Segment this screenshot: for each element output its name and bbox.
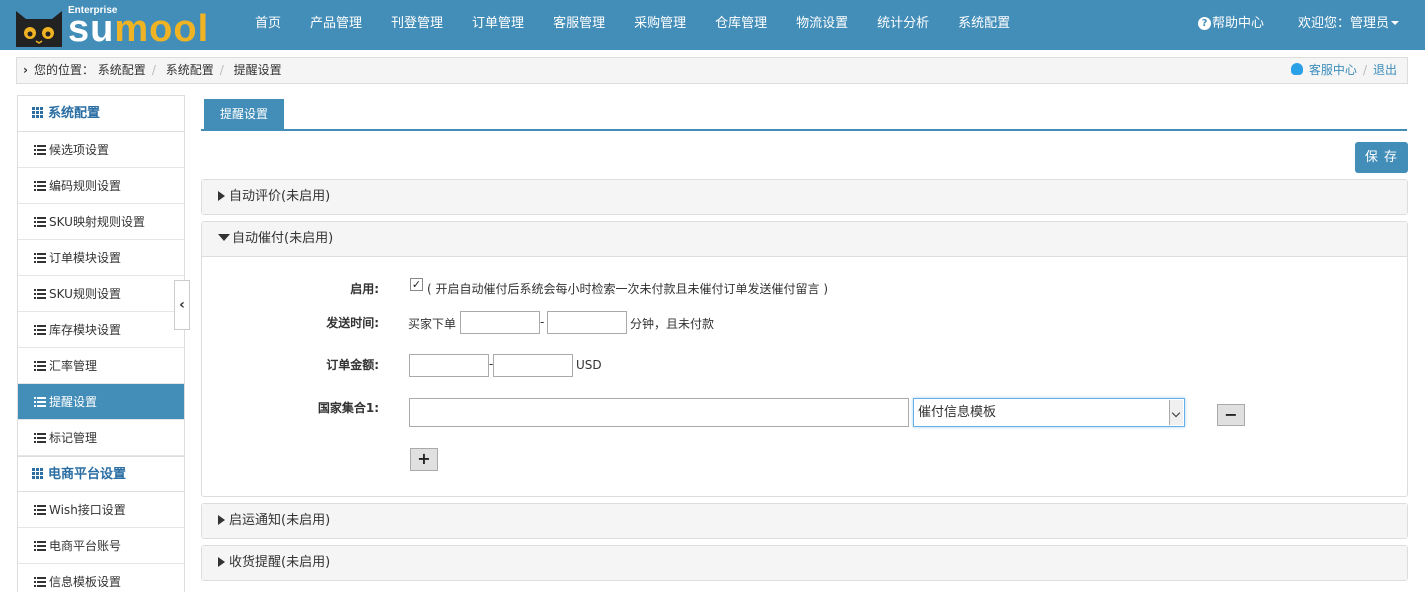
send-time-from-input[interactable] bbox=[460, 311, 540, 334]
list-icon bbox=[34, 181, 46, 191]
breadcrumb: › 您的位置： 系统配置 / 系统配置 / 提醒设置 bbox=[23, 63, 282, 77]
list-icon bbox=[34, 577, 46, 587]
sidebar-item-tag-management[interactable]: 标记管理 bbox=[18, 420, 184, 456]
welcome-label: 欢迎您：管理员 bbox=[1298, 16, 1390, 31]
sidebar-item-order-module[interactable]: 订单模块设置 bbox=[18, 240, 184, 276]
breadcrumb-links: 客服中心 / 退出 bbox=[1290, 58, 1397, 83]
breadcrumb-prefix: 您的位置： bbox=[33, 63, 94, 77]
sidebar-item-reminder-settings[interactable]: 提醒设置 bbox=[18, 384, 184, 420]
top-navbar: Enterprise sumool 首页 产品管理 刊登管理 订单管理 客服管理… bbox=[0, 0, 1425, 50]
sidebar-collapse-button[interactable]: ‹ bbox=[174, 280, 190, 330]
add-country-set-button[interactable]: + bbox=[410, 448, 438, 471]
enable-note: ( 开启自动催付后系统会每小时检索一次未付款且未催付订单发送催付留言 ) bbox=[427, 282, 828, 296]
send-time-dash: - bbox=[540, 315, 545, 329]
nav-listing[interactable]: 刊登管理 bbox=[379, 0, 455, 50]
list-icon bbox=[34, 433, 46, 443]
tab-reminder-settings[interactable]: 提醒设置 bbox=[204, 99, 284, 129]
help-circle-icon: ? bbox=[1198, 17, 1211, 30]
nav-system-config[interactable]: 系统配置 bbox=[946, 0, 1022, 50]
breadcrumb-item[interactable]: 系统配置 bbox=[98, 63, 146, 77]
cat-logo-icon bbox=[16, 11, 62, 47]
list-icon bbox=[34, 289, 46, 299]
sidebar-item-exchange-rate[interactable]: 汇率管理 bbox=[18, 348, 184, 384]
amount-from-input[interactable] bbox=[409, 354, 489, 377]
send-time-suffix: 分钟，且未付款 bbox=[630, 317, 715, 331]
help-center-label: 帮助中心 bbox=[1212, 16, 1265, 31]
amount-to-input[interactable] bbox=[493, 354, 573, 377]
caret-right-icon bbox=[218, 191, 225, 201]
auto-payment-form: 启用: ✓ ( 开启自动催付后系统会每小时检索一次未付款且未催付订单发送催付留言… bbox=[202, 256, 1407, 496]
enable-checkbox[interactable]: ✓ bbox=[410, 278, 423, 291]
country-set-input[interactable] bbox=[409, 398, 909, 427]
sidebar-item-platform-accounts[interactable]: 电商平台账号 bbox=[18, 528, 184, 564]
order-amount-label: 订单金额: bbox=[326, 358, 379, 372]
user-menu[interactable]: 欢迎您：管理员 bbox=[1298, 0, 1400, 50]
nav-products[interactable]: 产品管理 bbox=[298, 0, 374, 50]
breadcrumb-item-current: 提醒设置 bbox=[233, 63, 282, 77]
list-icon bbox=[34, 253, 46, 263]
enable-label: 启用: bbox=[350, 282, 379, 296]
list-icon bbox=[34, 145, 46, 155]
save-button[interactable]: 保 存 bbox=[1355, 142, 1408, 173]
main-nav: 首页 产品管理 刊登管理 订单管理 客服管理 采购管理 仓库管理 物流设置 统计… bbox=[243, 0, 1027, 50]
sidebar-item-message-templates[interactable]: 信息模板设置 bbox=[18, 564, 184, 592]
nav-purchasing[interactable]: 采购管理 bbox=[622, 0, 698, 50]
panel-receipt-reminder: 收货提醒(未启用) bbox=[201, 545, 1408, 581]
caret-right-icon bbox=[218, 515, 225, 525]
country-set-label: 国家集合1: bbox=[317, 401, 379, 415]
panel-shipping-notice: 启运通知(未启用) bbox=[201, 503, 1408, 539]
panel-header-shipping-notice[interactable]: 启运通知(未启用) bbox=[202, 504, 1407, 538]
sidebar-item-wish-api[interactable]: Wish接口设置 bbox=[18, 492, 184, 528]
grid-icon bbox=[32, 468, 43, 479]
logout-link[interactable]: 退出 bbox=[1373, 63, 1397, 77]
list-icon bbox=[34, 325, 46, 335]
panel-header-receipt-reminder[interactable]: 收货提醒(未启用) bbox=[202, 546, 1407, 580]
customer-service-link[interactable]: 客服中心 bbox=[1309, 63, 1357, 77]
list-icon bbox=[34, 361, 46, 371]
breadcrumb-item[interactable]: 系统配置 bbox=[166, 63, 214, 77]
nav-home[interactable]: 首页 bbox=[243, 0, 293, 50]
sidebar: 系统配置 候选项设置 编码规则设置 SKU映射规则设置 订单模块设置 SKU规则… bbox=[17, 95, 185, 592]
message-template-selected: 催付信息模板 bbox=[918, 405, 997, 420]
breadcrumb-bar: › 您的位置： 系统配置 / 系统配置 / 提醒设置 客服中心 / 退出 bbox=[16, 57, 1408, 84]
nav-logistics[interactable]: 物流设置 bbox=[784, 0, 860, 50]
grid-icon bbox=[32, 107, 43, 118]
sumool-logo[interactable]: Enterprise sumool bbox=[12, 3, 228, 50]
chevron-left-icon: ‹ bbox=[179, 297, 185, 313]
sidebar-group-ecommerce[interactable]: 电商平台设置 bbox=[18, 456, 184, 492]
amount-unit: USD bbox=[576, 358, 602, 372]
sidebar-item-inventory-module[interactable]: 库存模块设置 bbox=[18, 312, 184, 348]
sidebar-group-system-config[interactable]: 系统配置 bbox=[18, 96, 184, 132]
remove-country-set-button[interactable]: − bbox=[1217, 404, 1245, 426]
list-icon bbox=[34, 217, 46, 227]
send-time-to-input[interactable] bbox=[547, 311, 627, 334]
panel-header-auto-payment[interactable]: 自动催付(未启用) bbox=[202, 222, 1407, 256]
list-icon bbox=[34, 397, 46, 407]
sidebar-item-sku-mapping[interactable]: SKU映射规则设置 bbox=[18, 204, 184, 240]
list-icon bbox=[34, 505, 46, 515]
help-center-link[interactable]: ? 帮助中心 bbox=[1198, 0, 1264, 50]
send-time-label: 发送时间: bbox=[326, 316, 379, 330]
nav-orders[interactable]: 订单管理 bbox=[460, 0, 536, 50]
caret-down-icon bbox=[1391, 21, 1400, 25]
panel-header-auto-review[interactable]: 自动评价(未启用) bbox=[202, 180, 1407, 214]
nav-warehouse[interactable]: 仓库管理 bbox=[703, 0, 779, 50]
message-template-select[interactable]: 催付信息模板 bbox=[913, 398, 1185, 427]
panel-auto-review: 自动评价(未启用) bbox=[201, 179, 1408, 215]
nav-customer-service[interactable]: 客服管理 bbox=[541, 0, 617, 50]
nav-statistics[interactable]: 统计分析 bbox=[865, 0, 941, 50]
chevron-right-icon: › bbox=[23, 63, 28, 77]
sidebar-item-sku-rules[interactable]: SKU规则设置 bbox=[18, 276, 184, 312]
sidebar-item-candidate-options[interactable]: 候选项设置 bbox=[18, 132, 184, 168]
sidebar-item-code-rules[interactable]: 编码规则设置 bbox=[18, 168, 184, 204]
logo-wordmark: sumool bbox=[68, 8, 210, 50]
caret-down-icon bbox=[218, 234, 230, 241]
send-time-prefix: 买家下单 bbox=[408, 317, 457, 331]
chevron-down-icon bbox=[1169, 400, 1183, 425]
caret-right-icon bbox=[218, 557, 225, 567]
list-icon bbox=[34, 541, 46, 551]
panel-auto-payment: 自动催付(未启用) 启用: ✓ ( 开启自动催付后系统会每小时检索一次未付款且未… bbox=[201, 221, 1408, 497]
tab-bar: 提醒设置 bbox=[201, 99, 1407, 131]
qq-penguin-icon bbox=[1290, 63, 1303, 75]
